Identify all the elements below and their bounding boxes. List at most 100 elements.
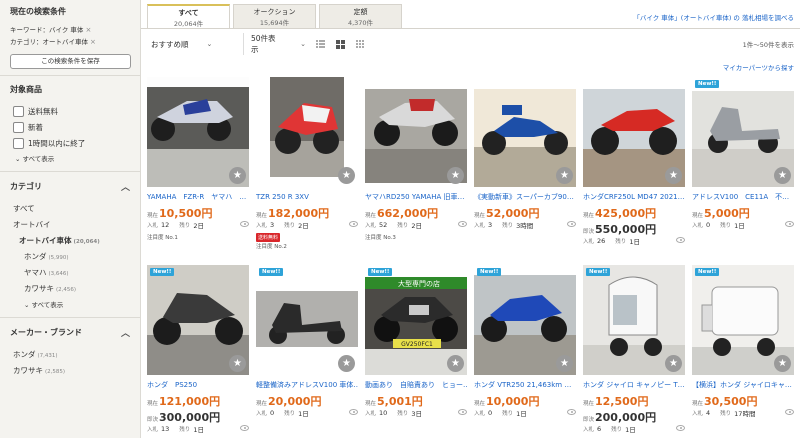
star-icon[interactable]: ★ <box>338 167 355 184</box>
ending-soon-filter[interactable]: 1時間以内に終了 <box>0 135 140 151</box>
bids-count: 0 <box>488 409 493 417</box>
product-image[interactable]: ★ <box>583 77 685 187</box>
product-title[interactable]: 【横浜】ホンダ ジャイロキャ… <box>692 381 794 390</box>
product-title[interactable]: ホンダCRF250L MD47 2021… <box>583 193 685 202</box>
product-title[interactable]: YAMAHA FZR-R ヤマハ … <box>147 193 249 202</box>
category-item-all[interactable]: すべて <box>0 201 140 217</box>
star-icon[interactable]: ★ <box>447 167 464 184</box>
checkbox[interactable] <box>13 121 24 133</box>
product-card[interactable]: ★ 《実動新車》スーパーカブ90… 現在 52,000円 入札 3 残り 3時間 <box>474 77 576 230</box>
product-card[interactable]: ★ TZR 250 R 3XV 現在 182,000円 入札 3 残り 2日 送料無料… <box>256 77 358 250</box>
product-card[interactable]: New!! ★ ホンダ ジャイロ キャノピー T… 現在 12,500円 即決 20… <box>583 265 685 434</box>
product-title[interactable]: ホンダ PS250 <box>147 381 249 390</box>
per-page-select[interactable]: 50件表示 ⌄ <box>243 33 306 55</box>
watch-eye-icon[interactable] <box>567 409 576 415</box>
product-title[interactable]: ホンダ ジャイロ キャノピー T… <box>583 381 685 390</box>
product-card[interactable]: ★ ホンダCRF250L MD47 2021… 現在 425,000円 即決 550… <box>583 77 685 246</box>
watch-eye-icon[interactable] <box>785 409 794 415</box>
product-image[interactable]: New!! ★ <box>692 265 794 375</box>
category-item-autobike-body[interactable]: オートバイ車体 (20,064) <box>0 233 140 249</box>
product-title[interactable]: 《実動新車》スーパーカブ90… <box>474 193 576 202</box>
product-card[interactable]: ★ ヤマハRD250 YAMAHA 旧車… 現在 662,000円 入札 52 残り… <box>365 77 467 242</box>
category-label: ホンダ <box>24 252 47 261</box>
watch-eye-icon[interactable] <box>349 409 358 415</box>
tab-auction[interactable]: オークション 15,694件 <box>233 4 316 28</box>
product-title[interactable]: ヤマハRD250 YAMAHA 旧車… <box>365 193 467 202</box>
watch-eye-icon[interactable] <box>349 221 358 227</box>
small-grid-view-icon[interactable] <box>356 39 365 49</box>
target-show-all-link[interactable]: ⌄ すべて表示 <box>0 151 140 171</box>
grid-view-icon[interactable] <box>336 39 345 49</box>
product-card[interactable]: ★ YAMAHA FZR-R ヤマハ … 現在 10,500円 入札 12 残り 2日… <box>147 77 249 242</box>
watch-eye-icon[interactable] <box>676 425 685 431</box>
new-arrival-filter[interactable]: 新着 <box>0 119 140 135</box>
star-icon[interactable]: ★ <box>556 355 573 372</box>
product-card[interactable]: 大型専門の店 GV250FC1 New!! ★ 動画あり 自賠責あり ヒョー… … <box>365 265 467 418</box>
star-icon[interactable]: ★ <box>774 167 791 184</box>
chevron-up-icon[interactable]: ︿ <box>121 326 130 339</box>
product-image[interactable]: ★ <box>474 77 576 187</box>
remove-category-icon[interactable]: × <box>90 38 96 46</box>
product-card[interactable]: New!! ★ 軽整備済みアドレスV100 車体… 現在 20,000円 入札 0 … <box>256 265 358 418</box>
market-price-link[interactable]: 「バイク 車体」(オートバイ車体) の 落札相場を調べる <box>633 12 794 22</box>
current-price: 10,500円 <box>159 207 213 220</box>
watch-eye-icon[interactable] <box>240 425 249 431</box>
category-item-honda[interactable]: ホンダ (5,990) <box>0 249 140 265</box>
product-card[interactable]: New!! ★ ホンダ VTR250 21,463km … 現在 10,000円 … <box>474 265 576 418</box>
star-icon[interactable]: ★ <box>229 355 246 372</box>
product-title[interactable]: 軽整備済みアドレスV100 車体… <box>256 381 358 390</box>
save-search-button[interactable]: この検索条件を保存 <box>10 54 131 69</box>
category-item-yamaha[interactable]: ヤマハ (3,646) <box>0 265 140 281</box>
product-image[interactable]: New!! ★ <box>583 265 685 375</box>
product-card[interactable]: New!! ★ ホンダ PS250 現在 121,000円 即決 300,000円 … <box>147 265 249 434</box>
category-heading[interactable]: カテゴリ ︿ <box>0 171 140 201</box>
target-items-heading: 対象商品 <box>0 75 140 103</box>
category-item-kawasaki[interactable]: カワサキ (2,456) <box>0 281 140 297</box>
category-show-all-link[interactable]: ⌄ すべて表示 <box>0 297 140 317</box>
product-title[interactable]: TZR 250 R 3XV <box>256 193 358 202</box>
sort-select[interactable]: おすすめ順 ⌄ <box>151 39 243 50</box>
product-image[interactable]: ★ <box>147 77 249 187</box>
checkbox[interactable] <box>13 137 24 149</box>
watch-eye-icon[interactable] <box>785 221 794 227</box>
product-image[interactable]: New!! ★ <box>256 265 358 375</box>
product-image[interactable]: 大型専門の店 GV250FC1 New!! ★ <box>365 265 467 375</box>
chevron-up-icon[interactable]: ︿ <box>121 180 130 193</box>
current-price-label: 現在 <box>583 213 595 219</box>
watch-eye-icon[interactable] <box>240 221 249 227</box>
watch-eye-icon[interactable] <box>676 237 685 243</box>
star-icon[interactable]: ★ <box>774 355 791 372</box>
free-shipping-filter[interactable]: 送料無料 <box>0 103 140 119</box>
watch-eye-icon[interactable] <box>458 221 467 227</box>
star-icon[interactable]: ★ <box>229 167 246 184</box>
star-icon[interactable]: ★ <box>556 167 573 184</box>
product-image[interactable]: ★ <box>256 77 358 187</box>
watch-eye-icon[interactable] <box>458 409 467 415</box>
tab-fixed-price[interactable]: 定額 4,370件 <box>319 4 402 28</box>
watch-eye-icon[interactable] <box>567 221 576 227</box>
remove-keyword-icon[interactable]: × <box>85 26 91 34</box>
car-parts-link[interactable]: マイカーパーツから探す <box>723 62 794 72</box>
product-card[interactable]: New!! ★ 【横浜】ホンダ ジャイロキャ… 現在 30,500円 入札 4 残り… <box>692 265 794 418</box>
star-icon[interactable]: ★ <box>665 167 682 184</box>
product-title[interactable]: 動画あり 自賠責あり ヒョー… <box>365 381 467 390</box>
star-icon[interactable]: ★ <box>665 355 682 372</box>
checkbox[interactable] <box>13 105 24 117</box>
star-icon[interactable]: ★ <box>447 355 464 372</box>
product-image[interactable]: New!! ★ <box>147 265 249 375</box>
bid-info: 入札 0 残り 1日 <box>474 408 576 418</box>
keyword-condition-label: キーワード：バイク 車体 <box>10 26 84 34</box>
star-icon[interactable]: ★ <box>338 355 355 372</box>
product-image[interactable]: New!! ★ <box>474 265 576 375</box>
maker-heading[interactable]: メーカー・ブランド ︿ <box>0 317 140 347</box>
product-card[interactable]: New!! ★ アドレスV100 CE11A 不… 現在 5,000円 入札 0 残… <box>692 77 794 230</box>
product-image[interactable]: New!! ★ <box>692 77 794 187</box>
category-item-autobike[interactable]: オートバイ <box>0 217 140 233</box>
maker-item-honda[interactable]: ホンダ (7,431) <box>0 347 140 363</box>
product-title[interactable]: ホンダ VTR250 21,463km … <box>474 381 576 390</box>
product-image[interactable]: ★ <box>365 77 467 187</box>
product-title[interactable]: アドレスV100 CE11A 不… <box>692 193 794 202</box>
tab-all[interactable]: すべて 20,064件 <box>147 4 230 28</box>
list-view-icon[interactable] <box>316 39 325 49</box>
maker-item-kawasaki[interactable]: カワサキ (2,585) <box>0 363 140 379</box>
